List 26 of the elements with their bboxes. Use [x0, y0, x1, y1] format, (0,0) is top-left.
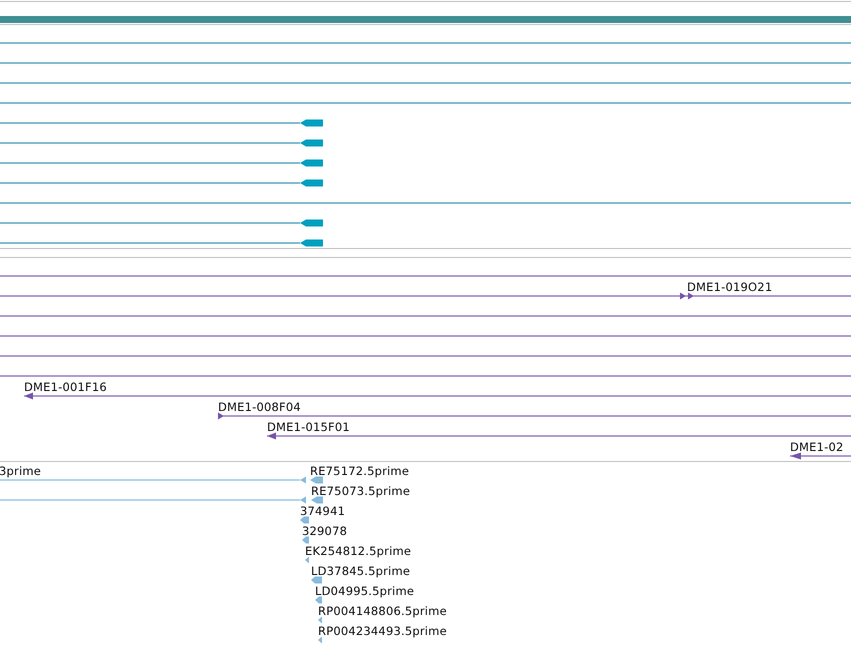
feature-drawing[interactable] — [0, 140, 323, 146]
feature-drawing[interactable] — [0, 240, 323, 246]
feature-label: 374941 — [300, 505, 346, 518]
feature-drawing[interactable] — [0, 220, 323, 226]
feature-drawing[interactable] — [0, 160, 323, 166]
feature-label: RP004148806.5prime — [318, 605, 447, 618]
feature-label: EK254812.5prime — [305, 545, 412, 558]
feature-label: RP004234493.5prime — [318, 625, 447, 638]
feature-label: RE75073.5prime — [311, 485, 410, 498]
feature-label: RE75172.5prime — [310, 465, 410, 478]
feature-label: LD04995.5prime — [315, 585, 414, 598]
feature-label: DME1-008F04 — [218, 401, 301, 414]
feature-label: 3prime — [0, 465, 42, 478]
feature-label: LD37845.5prime — [311, 565, 410, 578]
feature-label: DME1-015F01 — [267, 421, 350, 434]
feature-label: 329078 — [302, 525, 348, 538]
feature-drawing[interactable] — [0, 292, 851, 300]
feature-drawing[interactable] — [0, 120, 323, 126]
feature-drawing[interactable] — [790, 452, 851, 460]
feature-label: DME1-02 — [790, 441, 844, 454]
feature-drawing[interactable] — [24, 392, 851, 400]
feature-drawing[interactable] — [218, 412, 851, 420]
feature-label: DME1-001F16 — [24, 381, 107, 394]
feature-drawing[interactable] — [0, 180, 323, 186]
feature-drawing[interactable] — [267, 432, 851, 440]
feature-label: DME1-019O21 — [687, 281, 772, 294]
